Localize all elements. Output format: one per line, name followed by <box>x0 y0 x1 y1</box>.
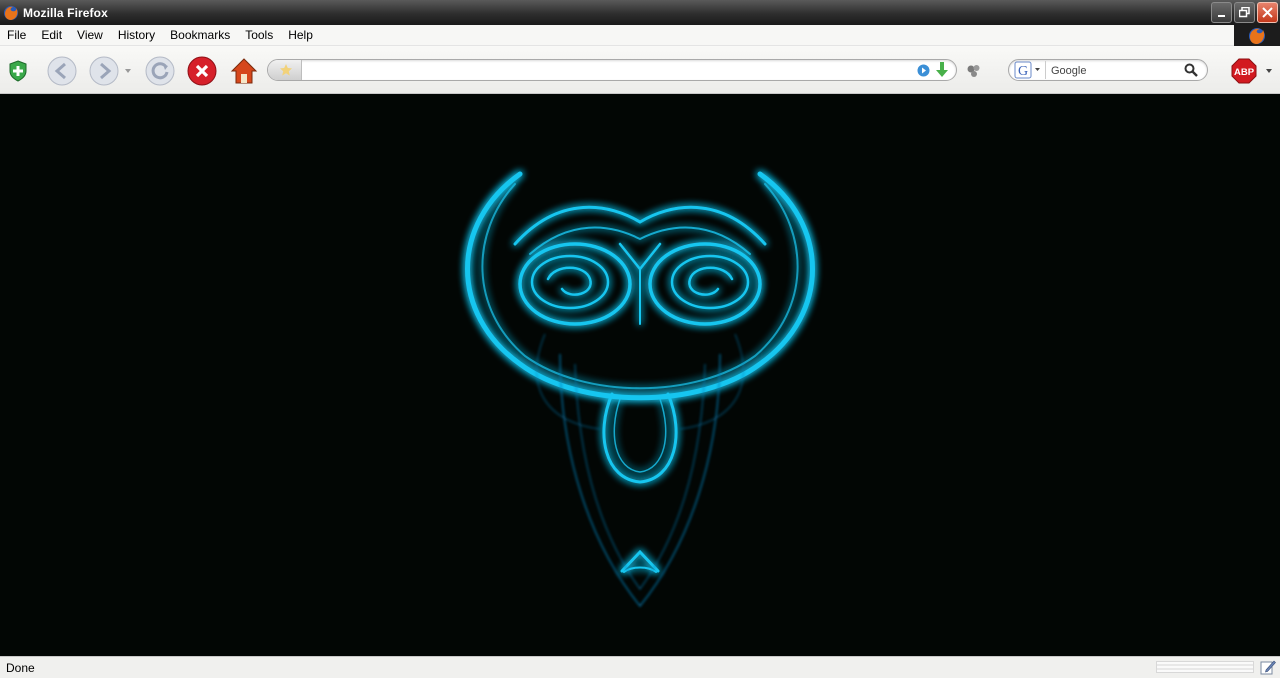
url-input[interactable] <box>306 62 906 77</box>
search-bar[interactable]: G <box>1008 59 1208 81</box>
firefox-throbber-icon <box>1249 27 1265 44</box>
dropdown-arrow-icon <box>125 69 131 73</box>
close-icon <box>1262 7 1273 18</box>
edit-page-icon[interactable] <box>1260 659 1276 675</box>
progress-meter <box>1156 661 1254 673</box>
google-engine-icon: G <box>1014 61 1040 79</box>
svg-text:G: G <box>1018 64 1028 79</box>
security-button[interactable] <box>2 55 34 87</box>
throbber <box>1234 25 1280 46</box>
reload-button[interactable] <box>144 55 176 87</box>
forward-arrow-icon <box>89 56 119 86</box>
magnifier-icon[interactable] <box>1184 63 1198 77</box>
title-bar: Mozilla Firefox <box>0 0 1280 25</box>
back-arrow-icon <box>47 56 77 86</box>
search-input[interactable] <box>1051 63 1181 78</box>
menu-tools[interactable]: Tools <box>238 28 281 42</box>
window-title: Mozilla Firefox <box>23 5 108 20</box>
status-bar: Done <box>0 656 1280 678</box>
menu-bar: File Edit View History Bookmarks Tools H… <box>0 25 1280 46</box>
location-bar[interactable] <box>267 59 957 81</box>
home-icon <box>230 58 258 84</box>
puzzle-icon <box>967 65 980 77</box>
home-button[interactable] <box>228 55 260 87</box>
restore-icon <box>1239 7 1250 18</box>
firefox-icon <box>4 5 18 20</box>
adblock-dropdown[interactable] <box>1262 55 1276 87</box>
adblock-icon: ABP <box>1231 58 1257 84</box>
adblock-label: ABP <box>1234 67 1255 78</box>
menu-help[interactable]: Help <box>281 28 321 42</box>
menu-view[interactable]: View <box>70 28 111 42</box>
history-dropdown[interactable] <box>122 55 134 87</box>
glowing-mask-artwork <box>465 171 815 608</box>
status-text: Done <box>6 660 35 675</box>
minimize-icon <box>1217 14 1225 17</box>
restore-button[interactable] <box>1234 2 1255 23</box>
stop-button[interactable] <box>186 55 218 87</box>
menu-edit[interactable]: Edit <box>34 28 70 42</box>
dropdown-arrow-icon <box>1266 69 1272 73</box>
download-arrow-icon[interactable] <box>936 62 948 78</box>
reload-icon <box>145 56 175 86</box>
back-button[interactable] <box>46 55 78 87</box>
extension-button[interactable] <box>958 55 990 87</box>
search-engine-button[interactable]: G <box>1012 61 1046 79</box>
adblock-button[interactable]: ABP <box>1228 55 1260 87</box>
close-button[interactable] <box>1257 2 1278 23</box>
menu-bookmarks[interactable]: Bookmarks <box>163 28 238 42</box>
navigation-toolbar: G ABP <box>0 46 1280 94</box>
go-arrow-icon[interactable] <box>917 64 930 77</box>
menu-history[interactable]: History <box>111 28 163 42</box>
menu-file[interactable]: File <box>0 28 34 42</box>
site-identity-button[interactable] <box>268 60 302 80</box>
stop-icon <box>187 56 217 86</box>
minimize-button[interactable] <box>1211 2 1232 23</box>
forward-button[interactable] <box>88 55 120 87</box>
page-content <box>0 94 1280 656</box>
shield-icon <box>9 60 27 82</box>
star-icon <box>280 64 292 76</box>
